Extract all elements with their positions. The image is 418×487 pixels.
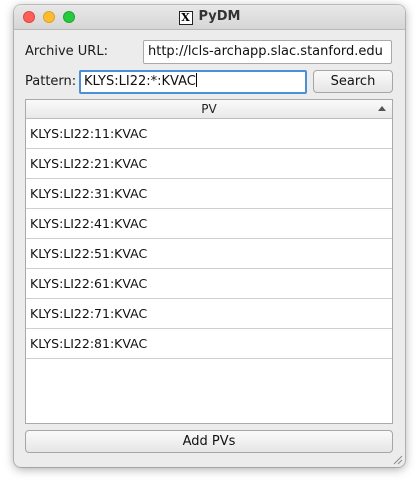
pydm-window: X PyDM Archive URL: http://lcls-archapp.s… [14,5,405,467]
table-row[interactable]: KLYS:LI22:51:KVAC [26,239,392,269]
search-button[interactable]: Search [313,70,393,93]
window-title: PyDM [198,9,241,24]
pv-table[interactable]: PV KLYS:LI22:11:KVAC KLYS:LI22:21:KVAC K… [25,99,393,424]
title-bar[interactable]: X PyDM [14,5,405,30]
table-row[interactable]: KLYS:LI22:81:KVAC [26,329,392,359]
archive-url-input[interactable]: http://lcls-archapp.slac.stanford.edu [143,40,392,64]
pattern-label: Pattern: [25,74,77,89]
table-row[interactable]: KLYS:LI22:11:KVAC [26,119,392,149]
table-row[interactable]: KLYS:LI22:31:KVAC [26,179,392,209]
text-caret [195,73,197,87]
pattern-input[interactable]: KLYS:LI22:*:KVAC [79,70,307,94]
archive-url-label: Archive URL: [25,44,108,59]
window-title-container: X PyDM [14,9,405,25]
sort-ascending-icon [378,106,386,111]
pv-column-header-label: PV [201,102,217,116]
pv-column-header[interactable]: PV [26,100,392,119]
table-row[interactable]: KLYS:LI22:41:KVAC [26,209,392,239]
x11-icon: X [178,11,193,25]
resize-grip-icon[interactable] [391,453,403,465]
table-row[interactable]: KLYS:LI22:61:KVAC [26,269,392,299]
add-pvs-button[interactable]: Add PVs [25,430,393,453]
table-row[interactable]: KLYS:LI22:21:KVAC [26,149,392,179]
pattern-input-text: KLYS:LI22:*:KVAC [84,74,196,89]
table-row[interactable]: KLYS:LI22:71:KVAC [26,299,392,329]
